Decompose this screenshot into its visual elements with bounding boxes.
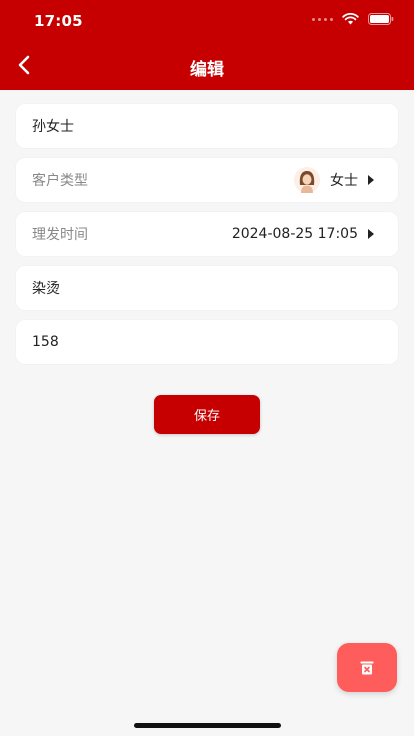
name-field[interactable]: 孙女士 xyxy=(16,104,398,148)
haircut-time-row[interactable]: 理发时间 2024-08-25 17:05 xyxy=(16,212,398,256)
signal-dots-icon xyxy=(312,17,333,21)
app-header: 17:05 编辑 xyxy=(0,0,414,90)
wifi-icon xyxy=(342,13,359,25)
service-value: 染烫 xyxy=(32,281,60,297)
customer-type-value: 女士 xyxy=(330,173,358,189)
customer-type-label: 客户类型 xyxy=(32,173,88,189)
home-indicator xyxy=(134,723,281,728)
name-value: 孙女士 xyxy=(32,119,74,135)
status-time: 17:05 xyxy=(34,12,83,30)
customer-type-row[interactable]: 客户类型 女士 xyxy=(16,158,398,202)
status-icons xyxy=(312,13,394,25)
amount-value: 158 xyxy=(32,334,59,350)
haircut-time-selector[interactable]: 2024-08-25 17:05 xyxy=(232,226,398,242)
delete-button[interactable] xyxy=(337,643,397,692)
haircut-time-label: 理发时间 xyxy=(32,227,88,243)
save-button[interactable]: 保存 xyxy=(154,395,260,434)
woman-avatar-icon xyxy=(294,167,320,193)
caret-right-icon xyxy=(368,229,374,239)
amount-field[interactable]: 158 xyxy=(16,320,398,364)
page-title: 编辑 xyxy=(190,60,224,80)
customer-type-selector[interactable]: 女士 xyxy=(294,167,398,193)
battery-icon xyxy=(368,13,394,25)
service-field[interactable]: 染烫 xyxy=(16,266,398,310)
haircut-time-value: 2024-08-25 17:05 xyxy=(231,226,358,242)
trash-icon xyxy=(360,661,374,674)
caret-right-icon xyxy=(368,175,374,185)
